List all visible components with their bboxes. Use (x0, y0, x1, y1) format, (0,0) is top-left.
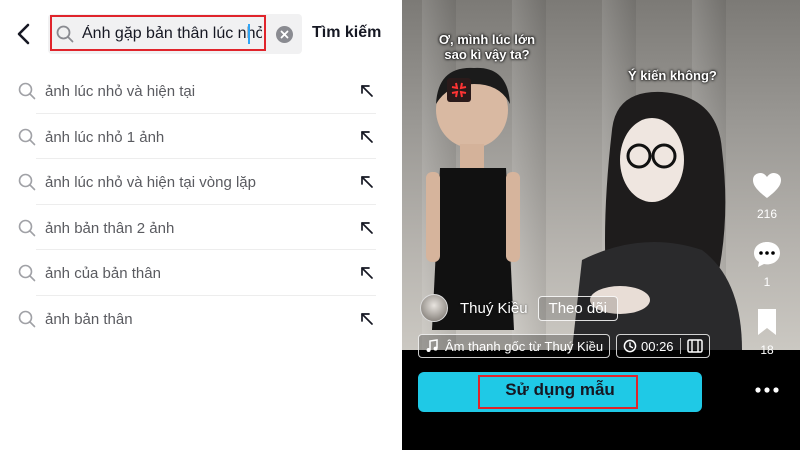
arrow-up-left-icon[interactable] (358, 128, 376, 146)
suggestion-item[interactable]: ảnh lúc nhỏ 1 ảnh (0, 114, 402, 159)
suggestion-label: ảnh bản thân (45, 310, 133, 328)
search-icon (18, 173, 36, 191)
suggestion-list: ảnh lúc nhỏ và hiện tại ảnh lúc nhỏ 1 ản… (0, 68, 402, 341)
save-action[interactable]: 18 (752, 308, 782, 357)
search-panel: Tìm kiếm ảnh lúc nhỏ và hiện tại ảnh lúc… (0, 0, 402, 450)
child-arm (426, 172, 440, 262)
comment-count: 1 (763, 275, 771, 289)
suggestion-label: ảnh lúc nhỏ 1 ảnh (45, 128, 165, 146)
arrow-up-left-icon[interactable] (358, 219, 376, 237)
arrow-up-left-icon[interactable] (358, 82, 376, 100)
suggestion-item[interactable]: ảnh bản thân 2 ảnh (0, 205, 402, 250)
search-icon (18, 219, 36, 236)
search-icon (18, 264, 36, 282)
suggestion-label: ảnh của bản thân (45, 265, 161, 282)
avatar[interactable] (420, 294, 448, 322)
suggestion-label: ảnh bản thân 2 ảnh (45, 219, 175, 237)
arrow-up-left-icon[interactable] (358, 310, 376, 328)
chevron-left-icon (17, 23, 30, 45)
back-button[interactable] (14, 22, 36, 46)
anger-emoji-icon (447, 78, 471, 102)
child-arm (506, 172, 520, 262)
suggestion-item[interactable]: ảnh lúc nhỏ và hiện tại (0, 68, 402, 114)
creator-row: Thuý Kiều Theo dõi (420, 294, 618, 322)
arrow-up-left-icon[interactable] (358, 173, 376, 191)
suggestion-label: ảnh lúc nhỏ và hiện tại vòng lặp (45, 174, 256, 191)
save-count: 18 (760, 343, 774, 357)
comment-icon (754, 242, 780, 267)
film-strip-icon (686, 339, 703, 353)
suggestion-item[interactable]: ảnh của bản thân (0, 250, 402, 296)
like-action[interactable]: 216 (752, 172, 782, 221)
comment-action[interactable]: 1 (752, 240, 782, 289)
more-options-button[interactable] (754, 380, 780, 400)
search-highlight-box (50, 15, 266, 51)
speech-bubble-right: Ý kiến không? (628, 68, 717, 83)
suggestion-item[interactable]: ảnh lúc nhỏ và hiện tại vòng lặp (0, 159, 402, 205)
like-count: 216 (756, 207, 778, 221)
close-icon (280, 30, 289, 39)
search-icon (18, 82, 36, 100)
duration-label: 00:26 (641, 338, 674, 354)
bookmark-icon (758, 309, 776, 335)
suggestion-label: ảnh lúc nhỏ và hiện tại (45, 83, 196, 100)
follow-button[interactable]: Theo dõi (537, 295, 618, 321)
more-dots-icon (755, 387, 779, 393)
child-neck (460, 144, 484, 168)
music-pill[interactable]: Âm thanh gốc từ Thuý Kiều (418, 334, 611, 358)
search-icon (18, 128, 36, 145)
arrow-up-left-icon[interactable] (358, 264, 376, 282)
search-icon (18, 310, 36, 327)
search-submit-button[interactable]: Tìm kiếm (312, 24, 381, 42)
suggestion-item[interactable]: ảnh bản thân (0, 296, 402, 342)
duration-pill: 00:26 (616, 334, 710, 358)
use-template-highlight-box (478, 375, 638, 409)
divider (679, 338, 681, 354)
music-label: Âm thanh gốc từ Thuý Kiều (445, 338, 604, 354)
video-panel: Ơ, mình lúc lớn sao kì vậy ta? Ý kiến kh… (402, 0, 800, 450)
clock-icon (623, 339, 637, 353)
creator-name[interactable]: Thuý Kiều (460, 300, 528, 317)
speech-bubble-left: Ơ, mình lúc lớn sao kì vậy ta? (438, 32, 536, 62)
clear-search-button[interactable] (276, 26, 293, 43)
heart-icon (753, 173, 781, 198)
music-note-icon (426, 339, 438, 352)
